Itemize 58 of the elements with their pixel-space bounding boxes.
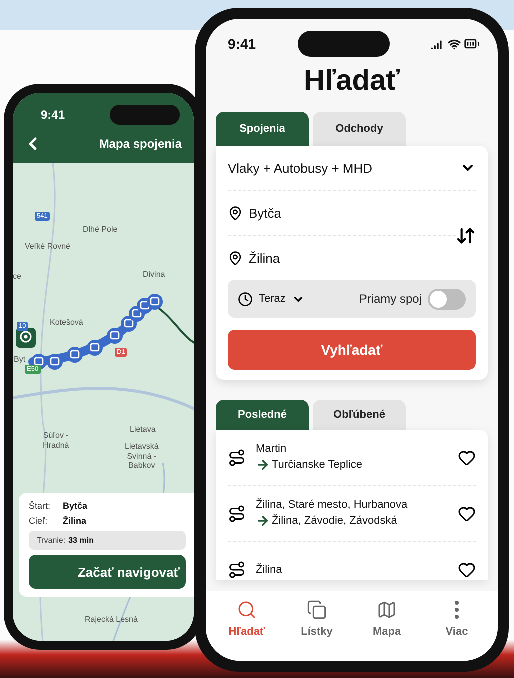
route-icon (228, 504, 246, 522)
nav-tab[interactable]: Viac (427, 599, 487, 639)
page-title: Hľadať (303, 65, 401, 98)
status-time: 9:41 (228, 36, 256, 52)
wifi-icon (448, 38, 461, 50)
heart-icon[interactable] (458, 560, 476, 578)
map-icon (377, 600, 397, 620)
list-tab[interactable]: Posledné (216, 400, 309, 430)
map-place-label: Súľov - Hradná (43, 431, 70, 450)
duration-value: 33 min (68, 536, 94, 545)
map-place-label: Divina (143, 270, 166, 280)
mode-tab[interactable]: Spojenia (216, 112, 309, 146)
heart-icon[interactable] (458, 504, 476, 522)
from-field[interactable]: Bytča (228, 191, 456, 236)
map-place-label: Byt (14, 355, 26, 365)
map-place-label: Lietava (130, 425, 156, 435)
more-icon (454, 600, 460, 620)
to-field[interactable]: Žilina (228, 236, 456, 280)
origin-text: Žilina, Staré mesto, Hurbanova (256, 499, 409, 511)
start-label: Štart: (29, 501, 52, 511)
direct-toggle[interactable] (428, 288, 466, 310)
location-pin-icon (228, 250, 243, 266)
origin-text: Martin (256, 443, 288, 455)
stacked-cards-icon (307, 600, 327, 620)
location-pin-icon (228, 206, 243, 220)
destination-value: Žilina (63, 516, 87, 526)
map-place-label: Kotešová (50, 318, 84, 328)
status-time: 9:41 (41, 108, 66, 122)
direct-label: Priamy spoj (359, 292, 422, 306)
nav-tab[interactable]: Lístky (287, 599, 347, 639)
map-place-label: Rajecká Lesná (85, 615, 138, 625)
duration-label: Trvanie: (37, 536, 66, 545)
search-icon (237, 600, 257, 620)
header-title: Mapa spojenia (99, 137, 182, 151)
search-button[interactable]: Vyhľadať (228, 330, 476, 370)
transport-select[interactable]: Vlaky + Autobusy + MHD (228, 146, 476, 191)
heart-icon[interactable] (458, 448, 476, 466)
route-icon (228, 448, 246, 466)
swap-icon[interactable] (456, 226, 476, 246)
map-place-label: ce (13, 272, 22, 282)
route-icon (228, 560, 246, 578)
start-value: Bytča (63, 501, 88, 511)
arrow-right-icon (256, 458, 270, 472)
map-place-label: Veľké Rovné (25, 242, 70, 252)
map-place-label: Lietavská Svinná - Babkov (125, 442, 159, 471)
start-navigation-button[interactable]: Začať navigovať (29, 555, 186, 589)
nav-tab[interactable]: Mapa (357, 599, 417, 639)
camera-notch (110, 105, 180, 125)
destination-label: Cieľ: (29, 516, 49, 526)
nav-tab[interactable]: Hľadať (217, 599, 277, 639)
destination-text: Turčianske Teplice (272, 459, 362, 471)
map-place-label: Dlhé Pole (83, 225, 118, 235)
list-tab[interactable]: Obľúbené (313, 400, 406, 430)
clock-icon (238, 292, 253, 306)
time-select[interactable]: Teraz (259, 293, 286, 305)
mode-tab[interactable]: Odchody (313, 112, 406, 146)
origin-text: Žilina (256, 564, 284, 576)
destination-text: Žilina, Závodie, Závodská (272, 515, 398, 527)
